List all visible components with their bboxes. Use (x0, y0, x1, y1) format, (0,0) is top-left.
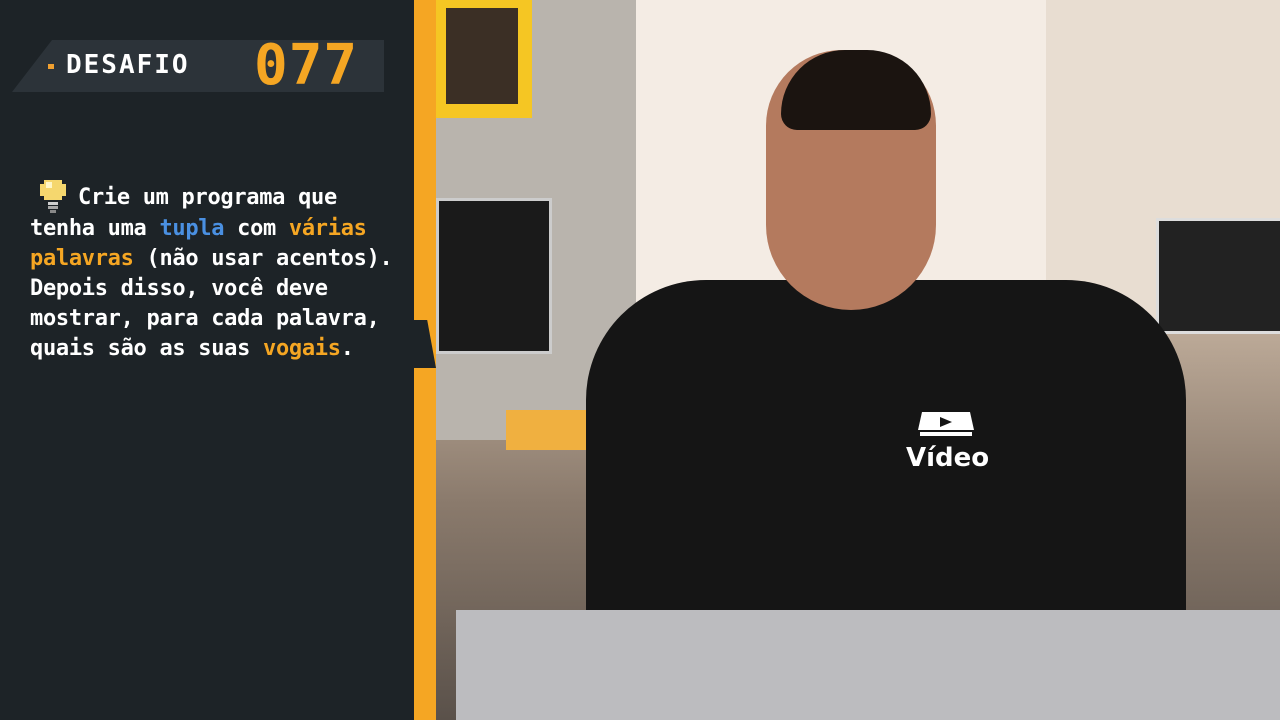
challenge-number: 077 (254, 33, 359, 98)
monitor-left (436, 198, 552, 354)
lightbulb-icon (38, 178, 68, 214)
shirt-logo-text: Vídeo (906, 443, 990, 473)
challenge-text-part-tupla: tupla (159, 216, 225, 241)
challenge-text-part-vogais: vogais (263, 336, 341, 361)
challenge-text-part: . (340, 336, 354, 361)
award-frame (436, 0, 532, 118)
video-frame: Vídeo (436, 0, 1280, 720)
play-book-icon (918, 412, 974, 436)
presenter-shirt (586, 280, 1186, 640)
shirt-logo: Vídeo (906, 410, 990, 480)
table (456, 610, 1280, 720)
monitor-right (1156, 218, 1280, 334)
header-bullet (48, 64, 54, 69)
challenge-text: Crie um programa que tenha uma tupla com… (30, 178, 410, 364)
challenge-panel: DESAFIO 077 Crie um programa que tenha u… (0, 0, 414, 720)
challenge-text-part: com (224, 216, 289, 241)
challenge-label: DESAFIO (66, 50, 190, 80)
